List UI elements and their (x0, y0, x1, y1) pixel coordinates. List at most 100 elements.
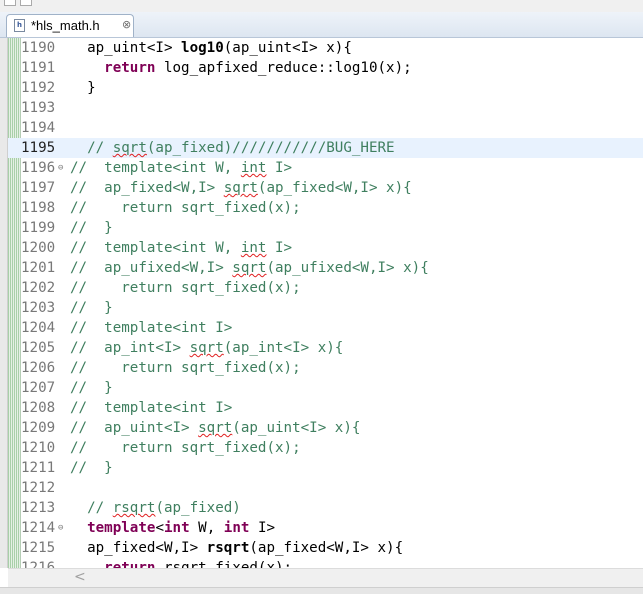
line-number: 1200 (21, 240, 56, 256)
code-text: return log_apfixed_reduce::log10(x); (70, 58, 412, 78)
line-number: 1201 (21, 260, 56, 276)
code-line[interactable]: 1200 // template<int W, int I> (8, 238, 643, 258)
code-line[interactable]: 1202 // return sqrt_fixed(x); (8, 278, 643, 298)
code-line[interactable]: 1197 // ap_fixed<W,I> sqrt(ap_fixed<W,I> … (8, 178, 643, 198)
close-icon[interactable]: ⊗ (122, 18, 131, 31)
code-line[interactable]: 1196 ⊖// template<int W, int I> (8, 158, 643, 178)
code-text: // template<int W, int I> (70, 238, 292, 258)
code-line[interactable]: 1211 // } (8, 458, 643, 478)
code-line[interactable]: 1214 ⊖ template<int W, int I> (8, 518, 643, 538)
horizontal-scrollbar[interactable]: < (8, 568, 643, 588)
fold-toggle-icon[interactable]: ⊖ (58, 158, 68, 178)
code-token: sqrt (189, 340, 224, 356)
code-token: int (163, 520, 190, 536)
code-text: // } (70, 378, 113, 398)
code-line[interactable]: 1212 (8, 478, 643, 498)
code-text: // ap_ufixed<W,I> sqrt(ap_ufixed<W,I> x)… (70, 258, 429, 278)
fold-toggle-icon[interactable]: ⊖ (58, 518, 68, 538)
code-text: // } (70, 298, 113, 318)
code-line[interactable]: 1216 return rsqrt_fixed(x); (8, 558, 643, 568)
code-text: // template<int I> (70, 398, 232, 418)
line-number: 1211 (21, 460, 56, 476)
line-number: 1191 (21, 60, 56, 76)
line-number: 1213 (21, 500, 56, 516)
code-line[interactable]: 1215 ap_fixed<W,I> rsqrt(ap_fixed<W,I> x… (8, 538, 643, 558)
h-file-icon: h (14, 19, 25, 32)
line-number: 1210 (21, 440, 56, 456)
code-token: I> (266, 240, 293, 256)
code-token: I> (266, 160, 293, 176)
code-lines: 1190 ap_uint<I> log10(ap_uint<I> x){1191… (8, 38, 643, 568)
code-line[interactable]: 1203 // } (8, 298, 643, 318)
code-text: // return sqrt_fixed(x); (70, 198, 301, 218)
editor-left-border (0, 38, 8, 568)
code-line[interactable]: 1210 // return sqrt_fixed(x); (8, 438, 643, 458)
code-token: } (70, 80, 96, 96)
code-text: // return sqrt_fixed(x); (70, 358, 301, 378)
code-token: // return sqrt_fixed(x); (70, 280, 301, 296)
code-text: // ap_uint<I> sqrt(ap_uint<I> x){ (70, 418, 360, 438)
code-line[interactable]: 1199 // } (8, 218, 643, 238)
code-text: // } (70, 458, 113, 478)
code-line[interactable]: 1193 (8, 98, 643, 118)
line-number: 1199 (21, 220, 56, 236)
line-number: 1193 (21, 100, 56, 116)
editor-tab-hls-math[interactable]: h *hls_math.h ⊗ (6, 14, 134, 37)
code-editor[interactable]: 1190 ap_uint<I> log10(ap_uint<I> x){1191… (8, 38, 643, 568)
toolbar-button[interactable] (4, 0, 16, 6)
code-token: int (223, 520, 250, 536)
code-line[interactable]: 1204 // template<int I> (8, 318, 643, 338)
code-token: ap_fixed<W,I> (70, 540, 207, 556)
line-number: 1198 (21, 200, 56, 216)
toolbar-button[interactable] (20, 0, 32, 6)
code-line[interactable]: 1201 // ap_ufixed<W,I> sqrt(ap_ufixed<W,I… (8, 258, 643, 278)
code-line[interactable]: 1198 // return sqrt_fixed(x); (8, 198, 643, 218)
code-line[interactable]: 1206 // return sqrt_fixed(x); (8, 358, 643, 378)
code-line[interactable]: 1209 // ap_uint<I> sqrt(ap_uint<I> x){ (8, 418, 643, 438)
line-number: 1190 (21, 40, 56, 56)
code-token: // template<int I> (70, 320, 233, 336)
code-token: (ap_ufixed<W,I> x){ (266, 260, 429, 276)
code-token: (ap_fixed<W,I> x){ (257, 180, 412, 196)
line-number: 1204 (21, 320, 56, 336)
code-line[interactable]: 1213 // rsqrt(ap_fixed) (8, 498, 643, 518)
line-number: 1195 (21, 140, 56, 156)
code-text: } (70, 78, 96, 98)
code-token: // } (70, 380, 113, 396)
code-token: rsqrt_fixed(x); (155, 560, 293, 568)
code-line[interactable]: 1195 // sqrt(ap_fixed)///////////BUG_HER… (8, 138, 643, 158)
code-token: return (104, 560, 156, 568)
code-token: log10 (181, 40, 224, 56)
code-line[interactable]: 1205 // ap_int<I> sqrt(ap_int<I> x){ (8, 338, 643, 358)
line-number: 1215 (21, 540, 56, 556)
code-line[interactable]: 1192 } (8, 78, 643, 98)
code-token: // template<int W, (70, 160, 241, 176)
code-text: // } (70, 218, 113, 238)
code-token: // ap_uint<I> (70, 420, 199, 436)
code-line[interactable]: 1191 return log_apfixed_reduce::log10(x)… (8, 58, 643, 78)
scroll-left-arrow-icon[interactable]: < (74, 569, 86, 585)
code-line[interactable]: 1207 // } (8, 378, 643, 398)
code-text: // ap_int<I> sqrt(ap_int<I> x){ (70, 338, 343, 358)
code-text: // return sqrt_fixed(x); (70, 438, 301, 458)
line-number: 1207 (21, 380, 56, 396)
code-text: template<int W, int I> (70, 518, 275, 538)
code-token: // } (70, 300, 113, 316)
line-number: 1192 (21, 80, 56, 96)
code-line[interactable]: 1190 ap_uint<I> log10(ap_uint<I> x){ (8, 38, 643, 58)
code-text: // ap_fixed<W,I> sqrt(ap_fixed<W,I> x){ (70, 178, 412, 198)
code-line[interactable]: 1194 (8, 118, 643, 138)
code-token: // ap_int<I> (70, 340, 190, 356)
code-token: (ap_fixed<W,I> x){ (249, 540, 404, 556)
code-token: // (70, 140, 113, 156)
code-token: (ap_uint<I> x){ (232, 420, 361, 436)
code-token: // } (70, 220, 113, 236)
code-token: int (240, 160, 267, 176)
code-token: sqrt (223, 180, 258, 196)
code-line[interactable]: 1208 // template<int I> (8, 398, 643, 418)
code-token: // ap_fixed<W,I> (70, 180, 224, 196)
code-text: // template<int I> (70, 318, 232, 338)
